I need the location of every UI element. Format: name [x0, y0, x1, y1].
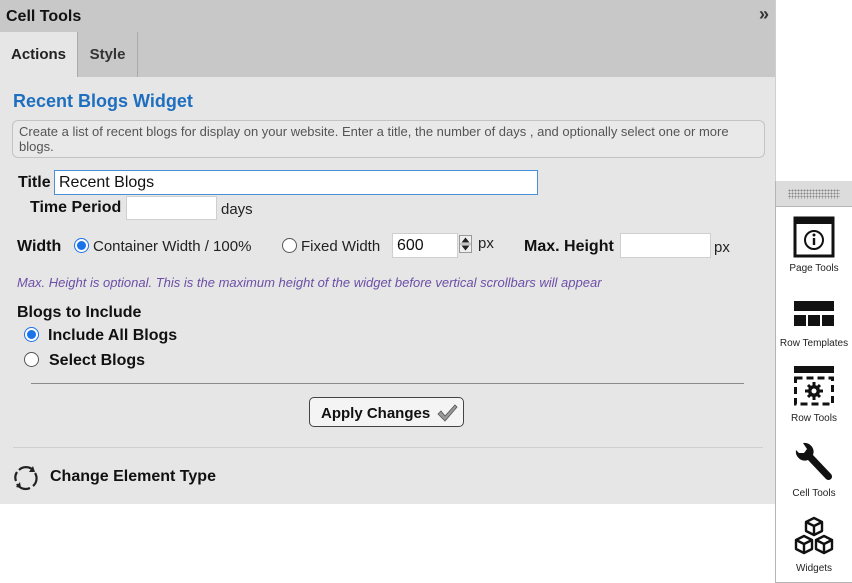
fixed-width-label[interactable]: Fixed Width	[301, 238, 380, 255]
toolbar-label: Widgets	[795, 563, 833, 574]
page-info-icon	[793, 216, 835, 258]
fixed-width-unit: px	[478, 235, 494, 252]
time-period-label: Time Period	[30, 199, 122, 216]
time-period-input[interactable]	[126, 196, 217, 220]
toolbar-row-templates[interactable]: Row Templates	[776, 282, 852, 358]
cell-tools-panel: Cell Tools » Actions Style Recent Blogs …	[0, 0, 776, 504]
toolbar-label: Page Tools	[789, 263, 839, 274]
apply-changes-button[interactable]: Apply Changes	[309, 397, 464, 427]
max-height-unit: px	[714, 239, 730, 256]
max-height-label: Max. Height	[524, 238, 614, 255]
panel-title: Cell Tools	[6, 8, 82, 25]
toolbar-row-tools[interactable]: Row Tools	[776, 357, 852, 433]
fixed-width-stepper[interactable]	[459, 235, 472, 253]
wrench-icon	[795, 442, 833, 481]
row-gear-icon	[794, 366, 834, 406]
include-all-blogs-radio[interactable]	[24, 327, 39, 342]
max-height-input[interactable]	[620, 233, 711, 258]
toolbar-widgets[interactable]: Widgets	[776, 507, 852, 583]
divider	[31, 383, 744, 384]
time-period-unit: days	[221, 201, 253, 218]
title-input[interactable]	[54, 170, 538, 195]
toolbar-drag-handle[interactable]	[776, 181, 852, 207]
title-label: Title	[18, 174, 51, 191]
include-all-blogs-label[interactable]: Include All Blogs	[48, 327, 177, 345]
toolbar-cell-tools[interactable]: Cell Tools	[776, 432, 852, 508]
container-width-radio[interactable]	[74, 238, 89, 253]
toolbar-label: Cell Tools	[792, 488, 836, 499]
cycle-arrows-icon	[13, 465, 39, 496]
row-layout-icon	[794, 301, 834, 326]
fixed-width-radio[interactable]	[282, 238, 297, 253]
max-height-hint: Max. Height is optional. This is the max…	[17, 275, 602, 290]
widget-description: Create a list of recent blogs for displa…	[12, 120, 765, 158]
toolbar-label: Row Tools	[791, 413, 837, 424]
cubes-icon	[794, 516, 834, 555]
grip-dots-icon	[788, 189, 840, 199]
divider	[13, 447, 763, 448]
container-width-label[interactable]: Container Width / 100%	[93, 238, 251, 255]
tab-strip: Actions Style	[0, 32, 775, 77]
tab-style[interactable]: Style	[77, 32, 138, 77]
apply-changes-label: Apply Changes	[321, 405, 431, 422]
panel-titlebar: Cell Tools »	[0, 0, 775, 32]
change-element-type-label: Change Element Type	[50, 468, 216, 485]
double-chevron-right-icon[interactable]: »	[759, 4, 769, 25]
width-label: Width	[17, 238, 62, 255]
blogs-to-include-label: Blogs to Include	[17, 304, 142, 321]
select-blogs-label[interactable]: Select Blogs	[49, 352, 145, 370]
toolbar-page-tools[interactable]: Page Tools	[776, 207, 852, 283]
toolbar-label: Row Templates	[779, 338, 849, 349]
checkmark-icon	[436, 403, 458, 428]
fixed-width-input[interactable]	[392, 233, 458, 258]
select-blogs-radio[interactable]	[24, 352, 39, 367]
side-toolbar: Page Tools Row Templates Row Tools Cell …	[775, 181, 852, 583]
widget-heading: Recent Blogs Widget	[13, 91, 193, 111]
change-element-type-button[interactable]: Change Element Type	[13, 465, 233, 491]
tab-actions[interactable]: Actions	[0, 32, 77, 77]
